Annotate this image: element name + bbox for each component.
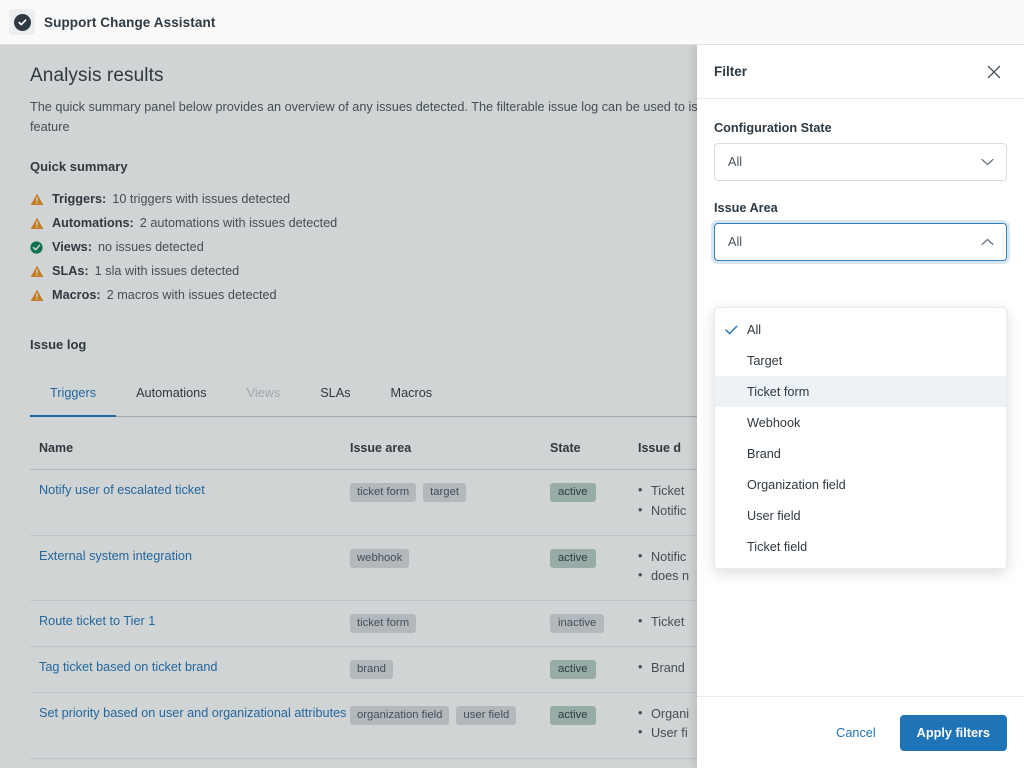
column-header-name: Name xyxy=(30,433,350,470)
status-badge: active xyxy=(550,483,596,502)
menu-item-label: All xyxy=(747,323,761,337)
cell-state: inactive xyxy=(550,600,638,646)
menu-item-ticket-field[interactable]: Ticket field xyxy=(715,531,1006,562)
cancel-button[interactable]: Cancel xyxy=(820,716,892,750)
row-name-link[interactable]: Tag ticket based on ticket brand xyxy=(39,660,217,674)
summary-item-text: 10 triggers with issues detected xyxy=(112,192,290,206)
cell-state: active xyxy=(550,647,638,693)
cell-name: Set priority based on ticket field xyxy=(30,758,350,768)
summary-item-text: 2 automations with issues detected xyxy=(140,216,337,230)
check-icon xyxy=(725,325,747,335)
summary-item-text: 1 sla with issues detected xyxy=(95,264,240,278)
cell-issue-area: webhook xyxy=(350,535,550,600)
cell-issue-area: ticket field xyxy=(350,758,550,768)
chevron-up-icon xyxy=(981,235,994,249)
summary-item-text: no issues detected xyxy=(98,240,204,254)
tab-slas[interactable]: SLAs xyxy=(300,386,370,416)
row-name-link[interactable]: Set priority based on user and organizat… xyxy=(39,706,347,720)
cell-name: Route ticket to Tier 1 xyxy=(30,600,350,646)
issue-area-tag: organization field xyxy=(350,706,449,725)
summary-item-label: Views: xyxy=(52,240,92,254)
app-header: Support Change Assistant xyxy=(0,0,1024,45)
issue-area-tag: webhook xyxy=(350,549,409,568)
menu-item-user-field[interactable]: User field xyxy=(715,500,1006,531)
warning-icon xyxy=(30,217,52,230)
issue-area-value: All xyxy=(728,235,981,249)
cell-name: External system integration xyxy=(30,535,350,600)
cell-name: Set priority based on user and organizat… xyxy=(30,693,350,758)
configuration-state-label: Configuration State xyxy=(714,121,1007,135)
tab-views[interactable]: Views xyxy=(227,386,301,416)
summary-item-label: Triggers: xyxy=(52,192,106,206)
row-name-link[interactable]: Notify user of escalated ticket xyxy=(39,483,205,497)
cell-issue-area: ticket form xyxy=(350,600,550,646)
menu-item-organization-field[interactable]: Organization field xyxy=(715,469,1006,500)
row-name-link[interactable]: External system integration xyxy=(39,549,192,563)
check-circle-icon xyxy=(9,9,35,35)
cell-name: Notify user of escalated ticket xyxy=(30,470,350,535)
cell-state: active xyxy=(550,758,638,768)
issue-area-tag: user field xyxy=(456,706,516,725)
warning-icon xyxy=(30,289,52,302)
menu-item-label: Webhook xyxy=(747,416,800,430)
status-badge: inactive xyxy=(550,614,604,633)
cell-state: active xyxy=(550,535,638,600)
issue-area-dropdown-menu: All Target Ticket form Webhook Brand xyxy=(714,307,1007,569)
menu-item-label: Organization field xyxy=(747,478,846,492)
summary-item-label: SLAs: xyxy=(52,264,89,278)
menu-item-label: Ticket field xyxy=(747,540,807,554)
configuration-state-field: Configuration State All xyxy=(714,121,1007,181)
menu-item-label: Ticket form xyxy=(747,385,809,399)
summary-item-label: Macros: xyxy=(52,288,101,302)
cell-issue-area: ticket form target xyxy=(350,470,550,535)
menu-item-ticket-form[interactable]: Ticket form xyxy=(715,376,1006,407)
status-badge: active xyxy=(550,549,596,568)
status-badge: active xyxy=(550,660,596,679)
menu-item-webhook[interactable]: Webhook xyxy=(715,407,1006,438)
filter-panel-body: Configuration State All Issue Area All xyxy=(697,99,1024,696)
filter-panel-footer: Cancel Apply filters xyxy=(697,696,1024,768)
cell-issue-area: brand xyxy=(350,647,550,693)
filter-panel: Filter Configuration State All Issue Are… xyxy=(697,45,1024,768)
tab-triggers[interactable]: Triggers xyxy=(30,386,116,416)
warning-icon xyxy=(30,265,52,278)
cell-state: active xyxy=(550,470,638,535)
filter-panel-header: Filter xyxy=(697,45,1024,99)
menu-item-label: Brand xyxy=(747,447,781,461)
warning-icon xyxy=(30,193,52,206)
close-icon[interactable] xyxy=(982,60,1006,84)
summary-item-label: Automations: xyxy=(52,216,134,230)
app-root: Support Change Assistant Analysis result… xyxy=(0,0,1024,768)
menu-item-label: User field xyxy=(747,509,801,523)
row-name-link[interactable]: Route ticket to Tier 1 xyxy=(39,614,155,628)
chevron-down-icon xyxy=(981,155,994,169)
column-header-state: State xyxy=(550,433,638,470)
status-badge: active xyxy=(550,706,596,725)
issue-area-field: Issue Area All xyxy=(714,201,1007,261)
issue-area-tag: ticket form xyxy=(350,483,416,502)
issue-area-tag: brand xyxy=(350,660,393,679)
success-icon xyxy=(30,241,52,254)
column-header-issue-area: Issue area xyxy=(350,433,550,470)
cell-state: active xyxy=(550,693,638,758)
apply-filters-button[interactable]: Apply filters xyxy=(900,715,1007,751)
configuration-state-select[interactable]: All xyxy=(714,143,1007,181)
issue-area-select[interactable]: All xyxy=(714,223,1007,261)
cell-issue-area: organization field user field xyxy=(350,693,550,758)
menu-item-label: Target xyxy=(747,354,782,368)
menu-item-brand[interactable]: Brand xyxy=(715,438,1006,469)
filter-panel-title: Filter xyxy=(714,64,982,79)
issue-area-tag: ticket form xyxy=(350,614,416,633)
app-title: Support Change Assistant xyxy=(44,15,215,30)
configuration-state-value: All xyxy=(728,155,981,169)
menu-item-target[interactable]: Target xyxy=(715,345,1006,376)
cell-name: Tag ticket based on ticket brand xyxy=(30,647,350,693)
issue-area-tag: target xyxy=(423,483,466,502)
issue-area-label: Issue Area xyxy=(714,201,1007,215)
tab-macros[interactable]: Macros xyxy=(371,386,453,416)
tab-automations[interactable]: Automations xyxy=(116,386,227,416)
summary-item-text: 2 macros with issues detected xyxy=(107,288,277,302)
menu-item-all[interactable]: All xyxy=(715,314,1006,345)
